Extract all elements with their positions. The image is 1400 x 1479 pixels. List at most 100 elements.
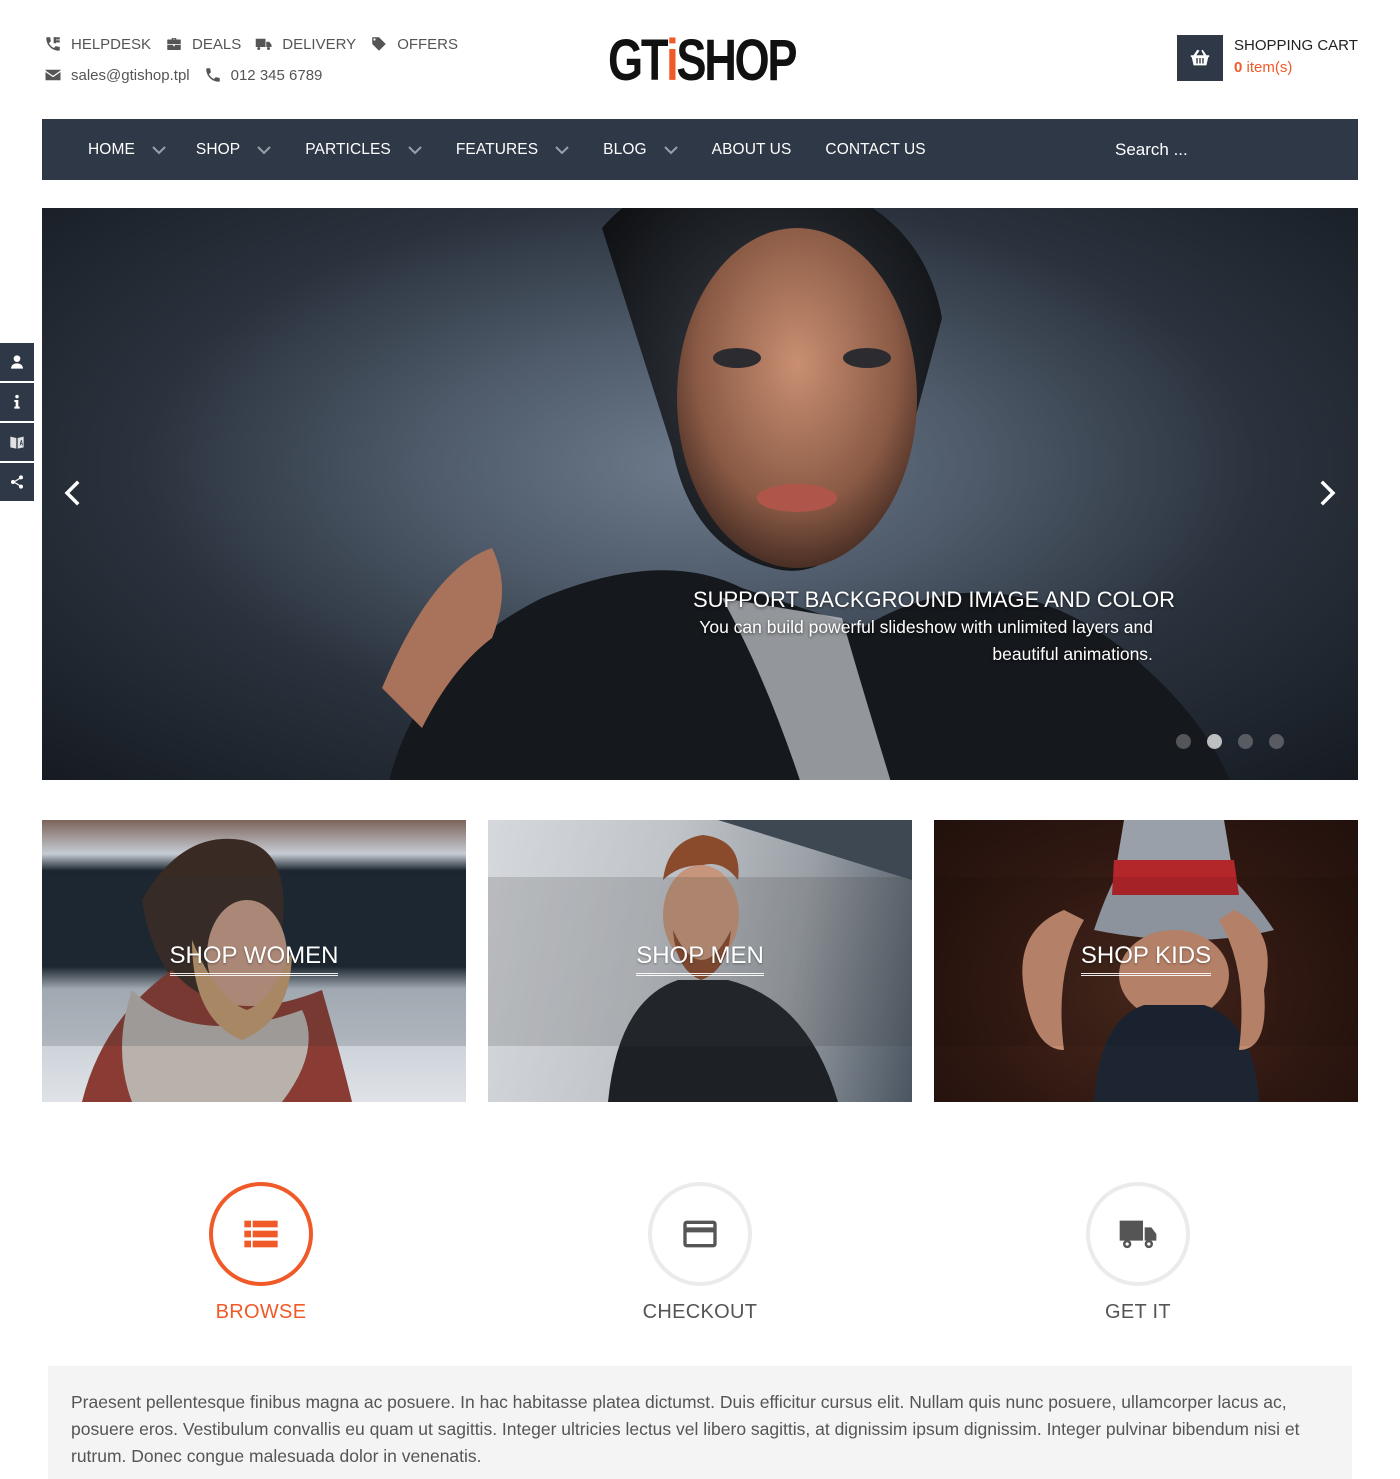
step-circle [648, 1182, 752, 1286]
offers-label: OFFERS [397, 35, 459, 53]
main-navigation: HOME SHOP PARTICLES FEATURES BLOG ABOUT … [42, 119, 1358, 180]
category-tiles: SHOP WOMEN SHOP MEN SHOP KIDS [42, 820, 1358, 1102]
deals-link[interactable]: DEALS [165, 35, 241, 53]
envelope-icon [45, 69, 61, 81]
slide-caption: SUPPORT BACKGROUND IMAGE AND COLOR You c… [693, 586, 1175, 668]
top-links-row: HELPDESK DEALS DELIVERY OFFERS [44, 32, 472, 56]
phone-link[interactable]: 012 345 6789 [204, 66, 323, 84]
email-address: sales@gtishop.tpl [71, 66, 190, 84]
delivery-link[interactable]: DELIVERY [255, 35, 356, 53]
deals-label: DEALS [192, 35, 242, 53]
logo-suffix: SHOP [676, 28, 797, 93]
logo-prefix: GT [608, 28, 668, 93]
chevron-down-icon [152, 145, 166, 154]
category-kids[interactable]: SHOP KIDS [934, 820, 1358, 1102]
nav-item-contact-us[interactable]: CONTACT US [825, 119, 925, 180]
slider-dot-2[interactable] [1207, 734, 1222, 749]
cart-count-suffix: item(s) [1242, 59, 1293, 76]
step-checkout[interactable]: CHECKOUT [600, 1182, 800, 1324]
phone-number: 012 345 6789 [230, 66, 323, 84]
step-label: GET IT [1105, 1301, 1171, 1323]
hero-slider: SUPPORT BACKGROUND IMAGE AND COLOR You c… [42, 208, 1358, 780]
left-eye [713, 348, 761, 368]
helpdesk-label: HELPDESK [71, 35, 152, 53]
step-browse[interactable]: BROWSE [161, 1182, 361, 1324]
nav-item-particles[interactable]: PARTICLES [305, 119, 422, 180]
slider-dot-3[interactable] [1238, 734, 1253, 749]
basket-icon [1190, 49, 1210, 66]
slider-next-arrow[interactable] [1312, 478, 1342, 508]
nav-label: CONTACT US [825, 140, 926, 158]
intro-text-block: Praesent pellentesque finibus magna ac p… [48, 1366, 1352, 1479]
shopping-cart[interactable]: SHOPPING CART 0 item(s) [1177, 35, 1358, 81]
category-label[interactable]: SHOP MEN [488, 942, 912, 976]
contact-row: sales@gtishop.tpl 012 345 6789 [44, 63, 472, 87]
shopping-steps: BROWSE CHECKOUT GET IT [42, 1182, 1358, 1332]
credit-card-icon [683, 1220, 717, 1248]
category-label-text: SHOP MEN [636, 942, 764, 976]
nav-label: SHOP [195, 140, 241, 158]
chevron-down-icon [555, 145, 569, 154]
chevron-down-icon [663, 145, 678, 154]
intro-paragraph: Praesent pellentesque finibus magna ac p… [71, 1392, 1300, 1466]
lips [757, 484, 837, 512]
right-eye [843, 348, 891, 368]
category-label[interactable]: SHOP KIDS [934, 942, 1358, 976]
nav-item-shop[interactable]: SHOP [196, 119, 271, 180]
nav-label: PARTICLES [305, 140, 391, 158]
step-label: BROWSE [215, 1301, 307, 1323]
cart-icon-box[interactable] [1177, 35, 1223, 81]
step-circle [209, 1182, 313, 1286]
truck-icon [1119, 1220, 1157, 1249]
tag-icon [372, 37, 386, 51]
nav-label: HOME [88, 140, 135, 158]
list-icon [244, 1220, 278, 1248]
step-get-it[interactable]: GET IT [1038, 1182, 1238, 1324]
truck-icon [256, 38, 272, 50]
category-label[interactable]: SHOP WOMEN [42, 942, 466, 976]
briefcase-icon [167, 38, 181, 50]
search-input[interactable] [1115, 119, 1315, 180]
info-icon [14, 394, 20, 409]
logo-accent-letter: i [666, 28, 679, 93]
nav-item-blog[interactable]: BLOG [603, 119, 678, 180]
slide-image [382, 208, 1230, 780]
chevron-down-icon [257, 145, 271, 154]
nav-label: FEATURES [455, 140, 539, 158]
category-label-text: SHOP WOMEN [169, 942, 339, 976]
side-language-button[interactable] [0, 423, 34, 461]
phone-icon [205, 68, 220, 82]
category-women[interactable]: SHOP WOMEN [42, 820, 466, 1102]
category-label-text: SHOP KIDS [1080, 942, 1212, 976]
face-shape [677, 228, 917, 568]
offers-link[interactable]: OFFERS [370, 35, 458, 53]
category-men[interactable]: SHOP MEN [488, 820, 912, 1102]
slide-text: You can build powerful slideshow with un… [699, 617, 1153, 664]
nav-label: ABOUT US [711, 140, 792, 158]
slider-prev-arrow[interactable] [58, 478, 88, 508]
top-info-bar: HELPDESK DEALS DELIVERY OFFERS sales@gti… [44, 32, 472, 94]
slider-dot-1[interactable] [1176, 734, 1191, 749]
cart-title: SHOPPING CART [1234, 37, 1358, 54]
phone-desk-icon [46, 37, 60, 51]
chevron-down-icon [408, 145, 422, 154]
slider-dot-4[interactable] [1269, 734, 1284, 749]
cart-text: SHOPPING CART 0 item(s) [1234, 36, 1358, 80]
share-icon [11, 475, 23, 489]
side-share-button[interactable] [0, 463, 34, 501]
side-user-button[interactable] [0, 343, 34, 381]
language-icon [10, 436, 24, 449]
slider-pagination [1176, 734, 1300, 749]
nav-item-features[interactable]: FEATURES [456, 119, 569, 180]
nav-item-about-us[interactable]: ABOUT US [712, 119, 792, 180]
step-circle [1086, 1182, 1190, 1286]
email-link[interactable]: sales@gtishop.tpl [44, 66, 190, 84]
delivery-label: DELIVERY [282, 35, 357, 53]
step-label: CHECKOUT [642, 1301, 758, 1323]
slide-heading: SUPPORT BACKGROUND IMAGE AND COLOR [692, 587, 1175, 612]
user-icon [11, 355, 23, 369]
side-info-button[interactable] [0, 383, 34, 421]
nav-item-home[interactable]: HOME [88, 119, 166, 180]
helpdesk-link[interactable]: HELPDESK [44, 35, 151, 53]
site-logo[interactable]: GT i SHOP [608, 28, 798, 93]
